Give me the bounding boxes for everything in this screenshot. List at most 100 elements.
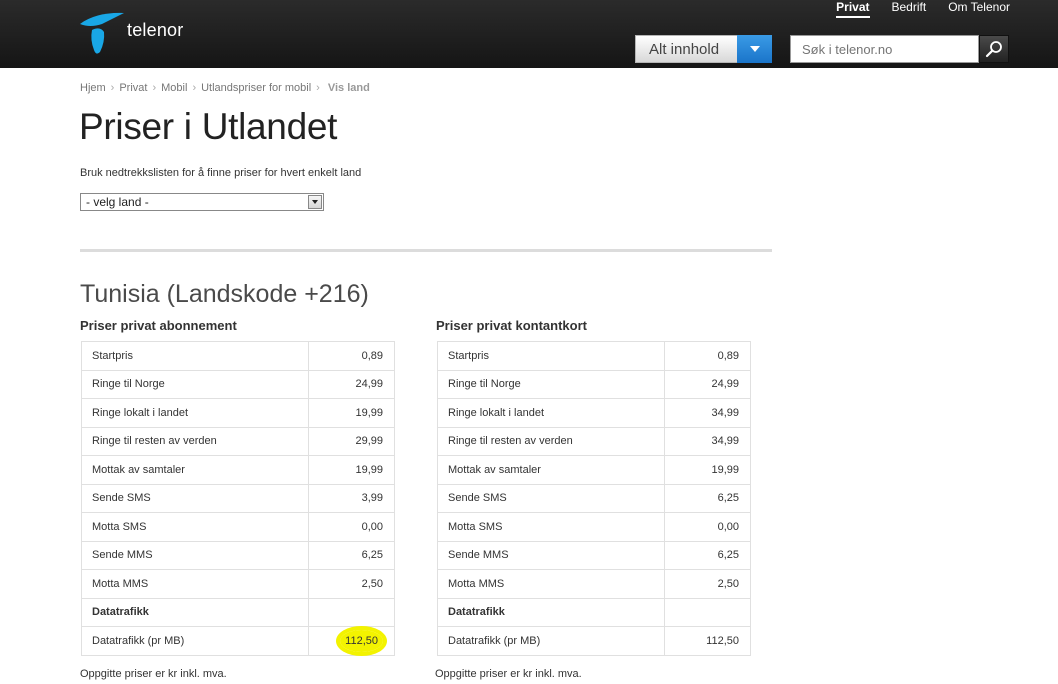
price-value: 29,99: [308, 426, 395, 456]
breadcrumb-utlandspriser[interactable]: Utlandspriser for mobil: [201, 82, 311, 94]
table-row: Motta MMS 2,50: [81, 569, 395, 599]
price-label: Mottak av samtaler: [437, 455, 665, 485]
site-header: telenor Privat Bedrift Om Telenor Alt in…: [0, 0, 1058, 68]
price-value: 3,99: [308, 483, 395, 513]
page-title: Priser i Utlandet: [79, 106, 338, 147]
table-row: Sende MMS 6,25: [81, 540, 395, 570]
table-row: Motta MMS 2,50: [437, 569, 751, 599]
price-value: 24,99: [308, 369, 395, 399]
price-label: Datatrafikk: [81, 597, 309, 627]
price-label: Mottak av samtaler: [81, 455, 309, 485]
price-value: 19,99: [308, 455, 395, 485]
price-label: Sende MMS: [437, 540, 665, 570]
price-value: 0,00: [308, 512, 395, 542]
price-table-abonnement: Startpris 0,89 Ringe til Norge 24,99 Ringe l…: [81, 341, 395, 656]
price-label: Sende SMS: [81, 483, 309, 513]
table-row: Startpris 0,89: [437, 341, 751, 371]
price-value: 19,99: [308, 398, 395, 428]
table-title-kontantkort: Priser privat kontantkort: [436, 318, 587, 333]
nav-bedrift[interactable]: Bedrift: [892, 0, 927, 18]
table-title-abonnement: Priser privat abonnement: [80, 318, 237, 333]
chevron-right-icon: ›: [110, 82, 115, 94]
price-value: 2,50: [664, 569, 751, 599]
price-value: 0,89: [664, 341, 751, 371]
price-label: Ringe til Norge: [437, 369, 665, 399]
table-row: Ringe lokalt i landet 19,99: [81, 398, 395, 428]
price-value: [664, 597, 751, 627]
breadcrumb-privat[interactable]: Privat: [119, 82, 147, 94]
table-row: Ringe til Norge 24,99: [81, 369, 395, 399]
nav-om-telenor[interactable]: Om Telenor: [948, 0, 1010, 18]
price-value: 34,99: [664, 426, 751, 456]
chevron-right-icon: ›: [152, 82, 157, 94]
breadcrumb-hjem[interactable]: Hjem: [80, 82, 106, 94]
table-row: Datatrafikk (pr MB) 112,50: [437, 626, 751, 656]
search-scope-dropdown[interactable]: Alt innhold: [635, 35, 772, 63]
divider: [80, 249, 772, 252]
table-row: Sende SMS 6,25: [437, 483, 751, 513]
nav-privat[interactable]: Privat: [836, 0, 870, 18]
price-note: Oppgitte priser er kr inkl. mva.: [80, 668, 227, 680]
top-nav: Privat Bedrift Om Telenor: [836, 0, 1010, 18]
country-select[interactable]: - velg land -: [80, 193, 324, 211]
price-label: Datatrafikk (pr MB): [437, 626, 665, 656]
table-row: Datatrafikk: [81, 597, 395, 627]
price-label: Sende MMS: [81, 540, 309, 570]
search-icon: [985, 41, 1002, 58]
table-row: Mottak av samtaler 19,99: [81, 455, 395, 485]
table-row: Ringe til Norge 24,99: [437, 369, 751, 399]
table-row: Sende SMS 3,99: [81, 483, 395, 513]
price-label: Motta SMS: [81, 512, 309, 542]
price-label: Ringe til resten av verden: [81, 426, 309, 456]
price-value: 6,25: [308, 540, 395, 570]
breadcrumb-mobil[interactable]: Mobil: [161, 82, 187, 94]
price-label: Datatrafikk (pr MB): [81, 626, 309, 656]
search-button[interactable]: [979, 35, 1009, 63]
price-value: 112,50: [664, 626, 751, 656]
highlighted-price-value: 112,50: [340, 629, 383, 652]
price-label: Motta MMS: [437, 569, 665, 599]
table-row: Sende MMS 6,25: [437, 540, 751, 570]
price-value: 6,25: [664, 483, 751, 513]
search-scope-label: Alt innhold: [635, 35, 737, 63]
table-row: Datatrafikk: [437, 597, 751, 627]
intro-text: Bruk nedtrekkslisten for å finne priser …: [80, 167, 362, 179]
price-value: 24,99: [664, 369, 751, 399]
table-row: Mottak av samtaler 19,99: [437, 455, 751, 485]
search-input[interactable]: [790, 35, 979, 63]
price-label: Ringe til resten av verden: [437, 426, 665, 456]
price-value: [308, 597, 395, 627]
price-label: Sende SMS: [437, 483, 665, 513]
logo-text: telenor: [127, 20, 184, 40]
breadcrumb: Hjem › Privat › Mobil › Utlandspriser fo…: [80, 82, 370, 94]
chevron-down-icon[interactable]: [308, 195, 322, 209]
country-select-value: - velg land -: [86, 195, 149, 209]
chevron-right-icon: ›: [316, 82, 320, 94]
table-row: Motta SMS 0,00: [81, 512, 395, 542]
telenor-logo-icon: [80, 12, 124, 54]
price-label: Ringe lokalt i landet: [81, 398, 309, 428]
price-label: Motta SMS: [437, 512, 665, 542]
price-label: Ringe til Norge: [81, 369, 309, 399]
table-row: Datatrafikk (pr MB) 112,50: [81, 626, 395, 656]
price-value: 0,00: [664, 512, 751, 542]
breadcrumb-current: Vis land: [327, 82, 370, 94]
table-row: Motta SMS 0,00: [437, 512, 751, 542]
price-value: 19,99: [664, 455, 751, 485]
price-value: 34,99: [664, 398, 751, 428]
price-label: Startpris: [437, 341, 665, 371]
price-label: Motta MMS: [81, 569, 309, 599]
table-row: Ringe til resten av verden 34,99: [437, 426, 751, 456]
table-row: Ringe lokalt i landet 34,99: [437, 398, 751, 428]
price-value: 0,89: [308, 341, 395, 371]
price-table-kontantkort: Startpris 0,89 Ringe til Norge 24,99 Ringe l…: [437, 341, 751, 656]
price-label: Datatrafikk: [437, 597, 665, 627]
price-label: Ringe lokalt i landet: [437, 398, 665, 428]
price-value: 2,50: [308, 569, 395, 599]
chevron-down-icon[interactable]: [737, 35, 772, 63]
table-row: Startpris 0,89: [81, 341, 395, 371]
price-value: 112,50: [308, 626, 395, 656]
table-row: Ringe til resten av verden 29,99: [81, 426, 395, 456]
chevron-right-icon: ›: [192, 82, 197, 94]
price-value: 6,25: [664, 540, 751, 570]
